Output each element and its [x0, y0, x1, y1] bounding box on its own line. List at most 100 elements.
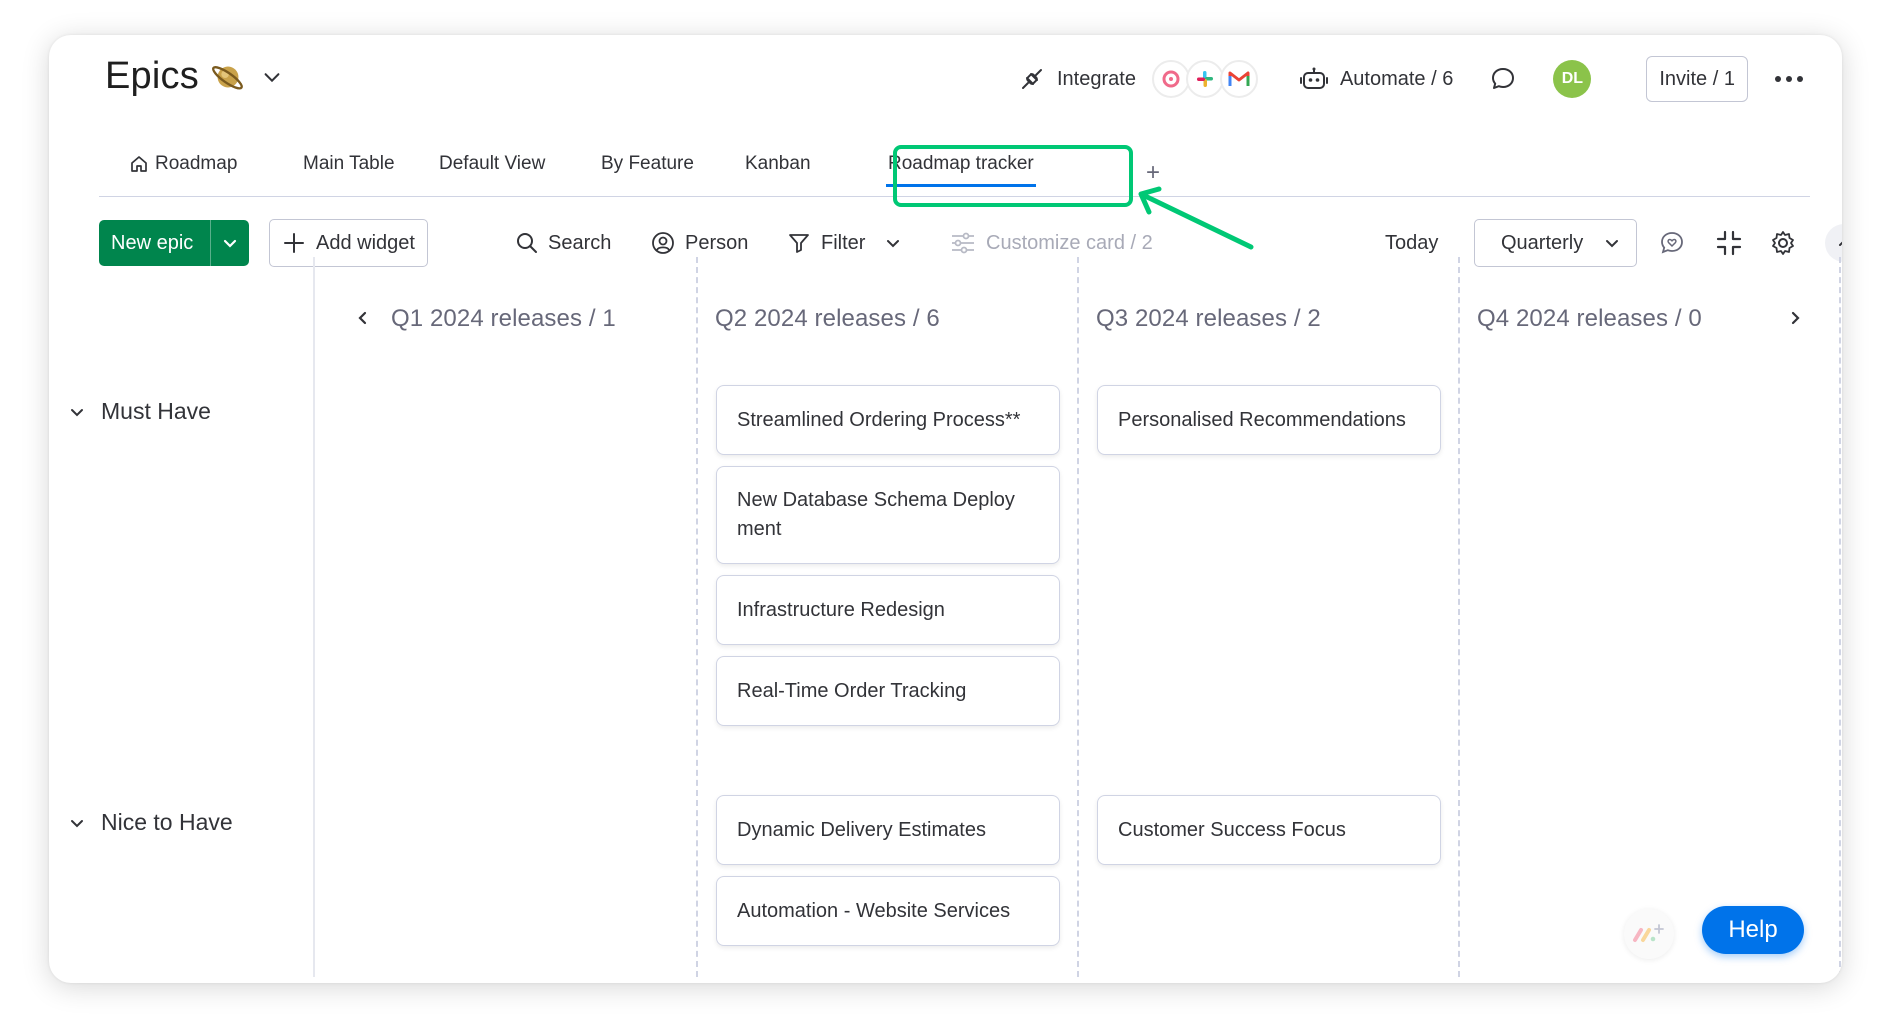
tab-label: Kanban	[745, 153, 811, 174]
column-divider	[1839, 257, 1841, 977]
tab-by-feature[interactable]: By Feature	[601, 153, 694, 175]
card-title: Customer Success Focus	[1118, 818, 1346, 841]
person-filter-button[interactable]: Person	[651, 219, 748, 267]
filter-button[interactable]: Filter	[787, 219, 901, 267]
ringed-planet-icon	[211, 65, 243, 90]
epic-card[interactable]: New Database Schema Deploy ment	[716, 466, 1060, 564]
user-avatar[interactable]: DL	[1553, 60, 1592, 98]
chevron-left-icon	[358, 311, 367, 325]
card-title: Personalised Recommendations	[1118, 408, 1406, 431]
updates-button[interactable]	[1489, 65, 1517, 93]
automate-button[interactable]: Automate / 6	[1299, 66, 1453, 92]
epic-card[interactable]: Automation - Website Services	[716, 876, 1060, 946]
minimize-icon	[1716, 230, 1742, 256]
chevron-down-icon[interactable]	[885, 235, 901, 251]
epic-card[interactable]: Real-Time Order Tracking	[716, 656, 1060, 726]
chevron-down-icon	[1606, 240, 1618, 248]
tab-roadmap-tracker[interactable]: Roadmap tracker	[886, 153, 1036, 187]
person-label: Person	[685, 231, 749, 254]
epic-card[interactable]: Streamlined Ordering Process**	[716, 385, 1060, 455]
gear-icon	[1772, 231, 1794, 255]
add-view-button[interactable]: +	[1146, 159, 1160, 187]
customize-card-button[interactable]: Customize card / 2	[950, 219, 1153, 267]
integrate-icon	[1022, 69, 1042, 89]
plus-icon	[284, 233, 304, 253]
integrate-button[interactable]: Integrate	[1019, 60, 1258, 98]
today-label: Today	[1385, 231, 1439, 254]
today-button[interactable]: Today	[1385, 219, 1438, 267]
next-period-button[interactable]	[1780, 303, 1810, 333]
person-icon	[652, 232, 674, 254]
epic-card[interactable]: Customer Success Focus	[1097, 795, 1441, 865]
tab-main-table[interactable]: Main Table	[303, 153, 395, 175]
more-options-icon[interactable]	[1772, 62, 1806, 96]
home-icon	[131, 156, 147, 172]
collapse-fullscreen-button[interactable]	[1713, 227, 1745, 259]
column-title-q4: Q4 2024 releases / 0	[1477, 305, 1702, 333]
card-title: Real-Time Order Tracking	[737, 679, 967, 702]
add-widget-label: Add widget	[316, 231, 415, 254]
lane-label: Nice to Have	[101, 809, 233, 835]
chevron-down-icon	[223, 239, 237, 248]
chat-bubble-icon	[1492, 68, 1515, 89]
new-epic-label: New epic	[111, 231, 194, 254]
column-title: Q1 2024 releases	[391, 305, 583, 332]
search-button[interactable]: Search	[516, 219, 611, 267]
tab-label: Main Table	[303, 153, 395, 174]
ai-assistant-button[interactable]	[1624, 909, 1674, 959]
customize-card-label: Customize card / 2	[986, 231, 1153, 254]
chevron-down-icon	[71, 408, 83, 416]
period-select[interactable]: Quarterly	[1474, 219, 1637, 267]
chevron-down-icon[interactable]	[261, 66, 283, 88]
epic-card[interactable]: Dynamic Delivery Estimates	[716, 795, 1060, 865]
toolbar: New epic Add widget Search Person Filter…	[99, 219, 1842, 267]
column-title: Q4 2024 releases	[1477, 305, 1669, 332]
app-window: Epics Integrate Automate / 6 DL Invite /…	[49, 35, 1842, 983]
integration-icons	[1151, 60, 1258, 98]
filter-icon	[789, 234, 809, 253]
tab-default-view[interactable]: Default View	[439, 153, 545, 175]
pink-app-icon	[1151, 60, 1190, 98]
lanes-separator	[313, 257, 315, 977]
tab-label: Default View	[439, 153, 546, 174]
column-count: / 0	[1674, 305, 1702, 332]
new-epic-button[interactable]: New epic	[99, 220, 249, 266]
period-label: Quarterly	[1501, 231, 1584, 254]
card-title: Streamlined Ordering Process**	[737, 408, 1021, 431]
invite-button[interactable]: Invite / 1	[1646, 56, 1748, 102]
settings-button[interactable]	[1767, 227, 1799, 259]
integrate-label: Integrate	[1057, 67, 1136, 90]
heart-chat-icon	[1661, 232, 1683, 254]
epic-card[interactable]: Infrastructure Redesign	[716, 575, 1060, 645]
view-tabs: Roadmap Main Table Default View By Featu…	[99, 123, 1810, 197]
lane-header-must-have[interactable]: Must Have	[69, 398, 211, 425]
tab-roadmap[interactable]: Roadmap	[129, 153, 237, 175]
lane-label: Must Have	[101, 398, 211, 424]
column-count: / 6	[912, 305, 940, 332]
column-title-q2: Q2 2024 releases / 6	[715, 305, 940, 333]
previous-period-button[interactable]	[348, 303, 378, 333]
add-widget-button[interactable]: Add widget	[269, 219, 428, 267]
help-button[interactable]: Help	[1702, 906, 1804, 954]
lane-header-nice-to-have[interactable]: Nice to Have	[69, 809, 233, 836]
tab-kanban[interactable]: Kanban	[745, 153, 811, 175]
epic-card[interactable]: Personalised Recommendations	[1097, 385, 1441, 455]
feedback-button[interactable]	[1656, 227, 1688, 259]
column-divider	[1077, 257, 1079, 977]
filter-label: Filter	[821, 231, 866, 254]
column-title-q3: Q3 2024 releases / 2	[1096, 305, 1321, 333]
board-title: Epics	[105, 55, 199, 97]
tab-label: Roadmap	[155, 153, 238, 174]
column-title: Q3 2024 releases	[1096, 305, 1288, 332]
tab-label: By Feature	[601, 153, 694, 174]
search-label: Search	[548, 231, 612, 254]
robot-icon	[1299, 67, 1328, 89]
board-title-area[interactable]: Epics	[105, 55, 283, 98]
sparkle-logo-icon	[1633, 924, 1664, 942]
column-title: Q2 2024 releases	[715, 305, 907, 332]
new-epic-dropdown[interactable]	[211, 235, 249, 251]
header-actions: Integrate Automate / 6 DL Invite / 1	[1019, 53, 1812, 105]
column-count: / 2	[1293, 305, 1321, 332]
column-divider	[696, 257, 698, 977]
chevron-right-icon	[1791, 311, 1800, 325]
